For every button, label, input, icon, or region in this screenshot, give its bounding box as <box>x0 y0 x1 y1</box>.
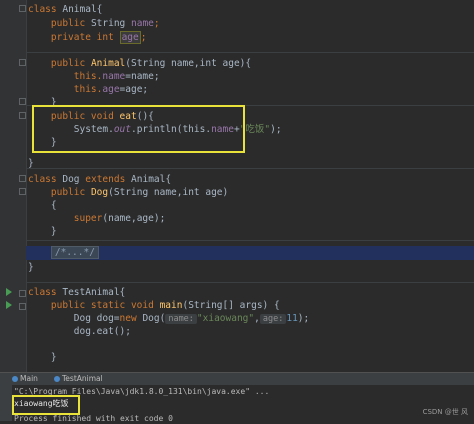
param-hint: age: <box>259 314 287 324</box>
method-separator <box>26 240 474 241</box>
code-line[interactable]: } <box>26 261 474 274</box>
fold-marker[interactable] <box>19 188 26 195</box>
annotation-highlight-box <box>12 395 80 415</box>
run-config-icon <box>54 376 60 382</box>
method-separator <box>26 282 474 283</box>
code-line[interactable]: { <box>26 199 474 212</box>
code-line[interactable]: public static void main(String[] args) { <box>26 299 474 312</box>
code-line[interactable]: public Animal(String name,int age){ <box>26 57 474 70</box>
fold-marker[interactable] <box>19 112 26 119</box>
folded-region[interactable]: /*...*/ <box>50 246 99 259</box>
watermark: CSDN @世 风 <box>422 408 468 416</box>
code-line[interactable]: } <box>26 157 474 170</box>
fold-marker[interactable] <box>19 290 26 297</box>
code-line[interactable]: private int age; <box>26 31 474 44</box>
tab-testanimal[interactable]: TestAnimal <box>52 374 103 384</box>
run-tabs: Main TestAnimal <box>0 373 474 385</box>
code-line[interactable]: this.age=age; <box>26 83 474 96</box>
code-line[interactable]: public Dog(String name,int age) <box>26 186 474 199</box>
code-line[interactable]: Dog dog=new Dog(name: "xiaowang", age: 11); <box>26 312 474 325</box>
fold-marker[interactable] <box>19 5 26 12</box>
console-toolbar[interactable] <box>0 385 12 421</box>
fold-marker[interactable] <box>19 175 26 182</box>
code-line[interactable]: public String name; <box>26 17 474 30</box>
fold-marker[interactable] <box>19 303 26 310</box>
code-line-folded[interactable]: /*...*/ <box>26 246 474 259</box>
code-line[interactable]: class Dog extends Animal{ <box>26 173 474 186</box>
code-line[interactable]: } <box>26 225 474 238</box>
run-tool-window[interactable]: Main TestAnimal "C:\Program Files\Java\j… <box>0 372 474 423</box>
code-line[interactable]: class TestAnimal{ <box>26 286 474 299</box>
code-editor[interactable]: class Animal{ public String name; privat… <box>0 0 474 372</box>
run-config-icon <box>12 376 18 382</box>
fold-marker[interactable] <box>19 98 26 105</box>
code-line[interactable]: } <box>26 351 474 364</box>
editor-gutter[interactable] <box>0 0 27 372</box>
code-line[interactable]: this.name=name; <box>26 70 474 83</box>
annotation-highlight-box <box>32 105 245 153</box>
method-separator <box>26 52 474 53</box>
fold-marker[interactable] <box>19 59 26 66</box>
run-main-icon[interactable] <box>6 301 12 309</box>
param-hint: name: <box>165 314 197 324</box>
code-line[interactable]: class Animal{ <box>26 3 474 16</box>
run-class-icon[interactable] <box>6 288 12 296</box>
code-line[interactable]: super(name,age); <box>26 212 474 225</box>
tab-main[interactable]: Main <box>10 374 38 384</box>
code-line[interactable]: dog.eat(); <box>26 325 474 338</box>
